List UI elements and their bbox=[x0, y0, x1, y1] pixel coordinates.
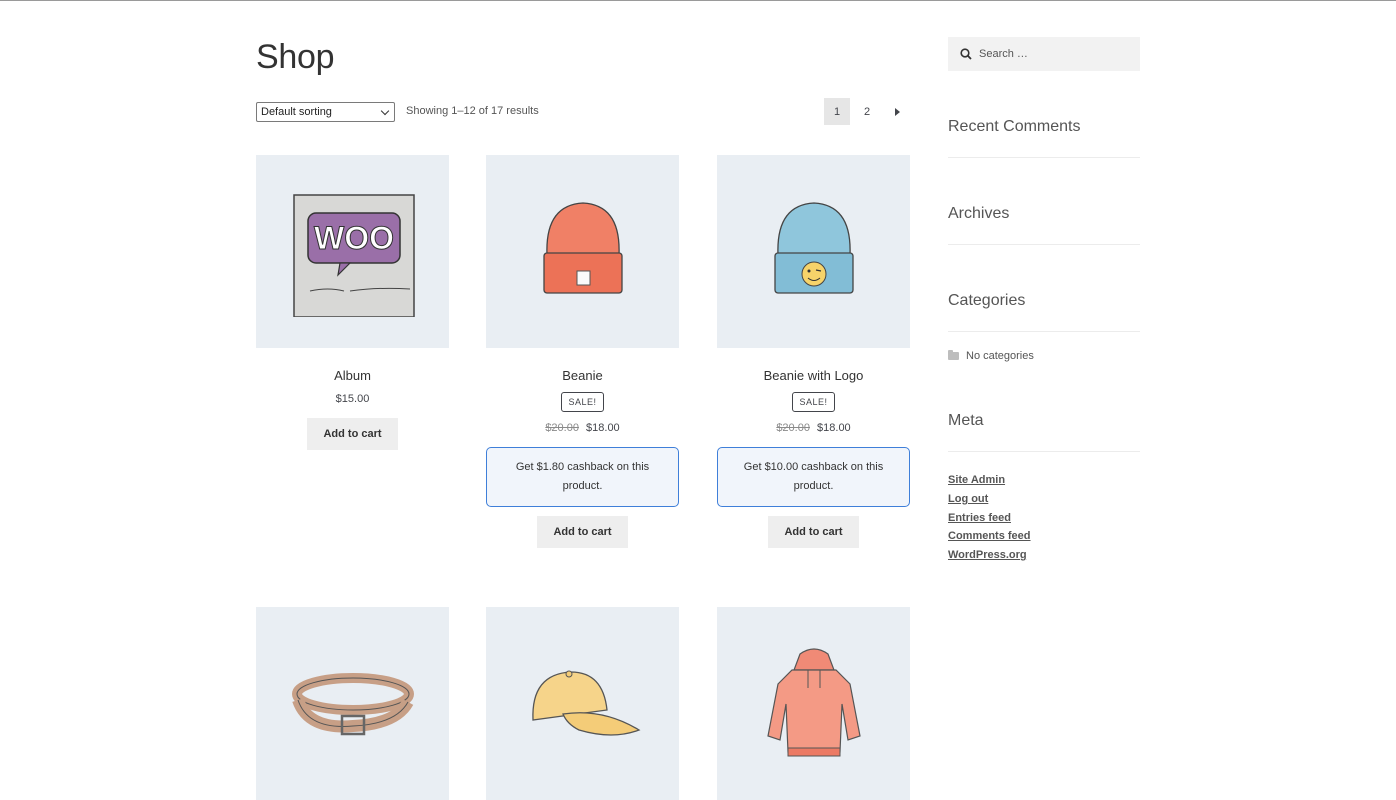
product-card bbox=[256, 607, 449, 800]
product-price: $20.00 $18.00 bbox=[717, 422, 910, 434]
widget-title-meta: Meta bbox=[948, 412, 984, 429]
product-card bbox=[717, 607, 910, 800]
search-input[interactable]: Search … bbox=[948, 37, 1140, 71]
meta-link-entries-feed[interactable]: Entries feed bbox=[948, 509, 1031, 528]
sale-badge: SALE! bbox=[561, 392, 604, 412]
arrow-right-icon bbox=[894, 107, 900, 116]
product-card bbox=[486, 607, 679, 800]
product-image[interactable]: WOO bbox=[256, 155, 449, 348]
svg-text:WOO: WOO bbox=[314, 220, 394, 256]
product-title[interactable]: Beanie with Logo bbox=[717, 368, 910, 383]
no-categories-text: No categories bbox=[966, 350, 1034, 362]
price-original: $20.00 bbox=[545, 422, 579, 434]
page-1-current: 1 bbox=[824, 98, 850, 125]
widget-title-categories: Categories bbox=[948, 292, 1026, 309]
cap-icon bbox=[531, 670, 640, 736]
pagination: 1 2 bbox=[824, 98, 910, 125]
meta-links: Site Admin Log out Entries feed Comments… bbox=[948, 471, 1031, 565]
product-image[interactable] bbox=[717, 155, 910, 348]
price-original: $20.00 bbox=[776, 422, 810, 434]
result-count: Showing 1–12 of 17 results bbox=[406, 105, 539, 117]
price-current: $15.00 bbox=[335, 393, 370, 405]
meta-link-comments-feed[interactable]: Comments feed bbox=[948, 527, 1031, 546]
meta-link-log-out[interactable]: Log out bbox=[948, 490, 1031, 509]
widget-divider bbox=[948, 451, 1140, 452]
search-placeholder: Search … bbox=[979, 48, 1028, 60]
widget-divider bbox=[948, 244, 1140, 245]
price-current: $18.00 bbox=[586, 422, 620, 434]
beanie-logo-icon bbox=[773, 201, 854, 294]
categories-empty: No categories bbox=[948, 350, 1034, 362]
add-to-cart-button[interactable]: Add to cart bbox=[768, 516, 859, 548]
product-price: $15.00 bbox=[256, 393, 449, 405]
hoodie-icon bbox=[766, 647, 861, 756]
chevron-down-icon bbox=[380, 106, 390, 115]
cashback-notice: Get $1.80 cashback on this product. bbox=[486, 447, 679, 507]
belt-icon bbox=[291, 672, 414, 735]
product-title[interactable]: Album bbox=[256, 368, 449, 383]
top-border bbox=[0, 0, 1396, 1]
product-price: $20.00 $18.00 bbox=[486, 422, 679, 434]
product-image[interactable] bbox=[256, 607, 449, 800]
album-icon: WOO bbox=[292, 193, 415, 317]
product-image[interactable] bbox=[486, 155, 679, 348]
page-2-link[interactable]: 2 bbox=[854, 98, 880, 125]
sorting-select-value: Default sorting bbox=[261, 106, 332, 118]
add-to-cart-button[interactable]: Add to cart bbox=[307, 418, 398, 450]
add-to-cart-button[interactable]: Add to cart bbox=[537, 516, 628, 548]
folder-icon bbox=[948, 350, 959, 360]
product-image[interactable] bbox=[717, 607, 910, 800]
price-current: $18.00 bbox=[817, 422, 851, 434]
product-card: WOO Album $15.00 Add to cart bbox=[256, 155, 449, 450]
widget-divider bbox=[948, 331, 1140, 332]
sale-badge: SALE! bbox=[792, 392, 835, 412]
product-image[interactable] bbox=[486, 607, 679, 800]
widget-title-archives: Archives bbox=[948, 205, 1010, 222]
beanie-icon bbox=[542, 201, 623, 294]
product-card: Beanie with Logo SALE! $20.00 $18.00 Get… bbox=[717, 155, 910, 548]
meta-link-site-admin[interactable]: Site Admin bbox=[948, 471, 1031, 490]
product-title[interactable]: Beanie bbox=[486, 368, 679, 383]
page-title: Shop bbox=[256, 38, 335, 76]
widget-divider bbox=[948, 157, 1140, 158]
next-page-link[interactable] bbox=[884, 98, 910, 125]
widget-title-recent-comments: Recent Comments bbox=[948, 118, 1081, 135]
sorting-select[interactable]: Default sorting bbox=[256, 102, 395, 122]
meta-link-wordpress-org[interactable]: WordPress.org bbox=[948, 546, 1031, 565]
product-card: Beanie SALE! $20.00 $18.00 Get $1.80 cas… bbox=[486, 155, 679, 548]
cashback-notice: Get $10.00 cashback on this product. bbox=[717, 447, 910, 507]
search-icon bbox=[960, 48, 972, 60]
